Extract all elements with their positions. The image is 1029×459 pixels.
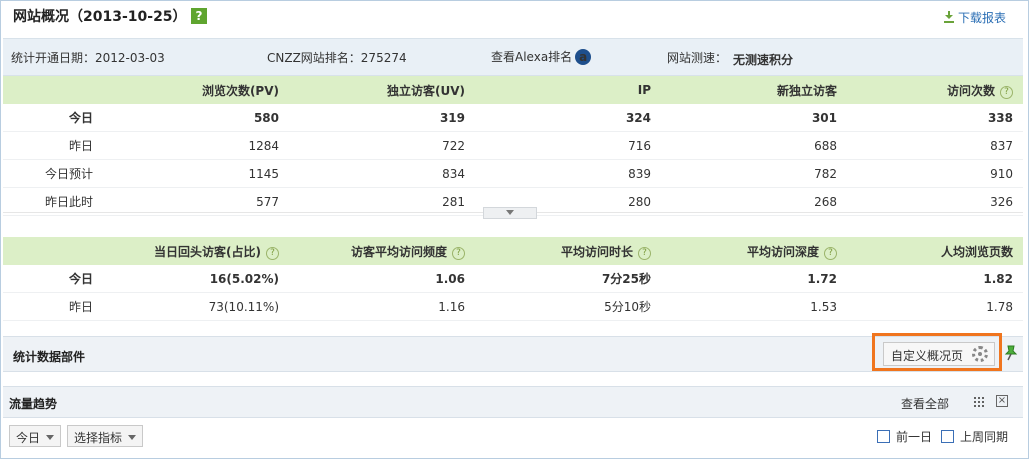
cell: 688 — [661, 131, 847, 160]
table-row: 今日 580 319 324 301 338 — [3, 104, 1023, 132]
help-icon[interactable]: ? — [1000, 85, 1013, 99]
page-header: 网站概况（2013-10-25） ? 下载报表 — [1, 0, 1024, 36]
header-visits-label: 访问次数 — [946, 83, 995, 98]
metric-dropdown[interactable]: 选择指标 — [67, 425, 144, 447]
cell: 910 — [847, 159, 1023, 188]
cell: 324 — [475, 104, 661, 132]
header-new-visitors: 新独立访客 — [661, 76, 847, 104]
help-icon[interactable]: ? — [266, 246, 279, 260]
cell: 1.72 — [661, 265, 847, 293]
trend-title: 流量趋势 — [9, 397, 58, 411]
cell: 1.82 — [847, 265, 1023, 293]
cell: 319 — [289, 104, 475, 132]
cnzz-rank: CNZZ网站排名：275274 — [267, 51, 407, 65]
pin-icon[interactable] — [1004, 345, 1018, 361]
traffic-trend-bar: 流量趋势 查看全部 × — [3, 386, 1023, 418]
row-label: 今日 — [3, 265, 103, 293]
close-icon[interactable]: × — [996, 395, 1008, 407]
header-depth-label: 平均访问深度 — [746, 244, 819, 259]
cell: 834 — [289, 159, 475, 188]
alexa-icon: a — [575, 49, 592, 65]
cell: 1284 — [103, 131, 289, 160]
cell: 1.78 — [847, 292, 1023, 321]
page-title: 网站概况（2013-10-25） — [13, 9, 187, 25]
table-row: 今日预计 1145 834 839 782 910 — [3, 159, 1023, 188]
row-label: 昨日 — [3, 292, 103, 321]
section-title: 统计数据部件 — [13, 350, 86, 364]
help-icon[interactable]: ? — [824, 246, 837, 260]
expand-toggle-button[interactable] — [483, 207, 537, 219]
download-label: 下载报表 — [957, 11, 1006, 25]
speed-test-label: 网站测速： — [667, 51, 728, 65]
day-dropdown-value: 今日 — [16, 431, 41, 445]
row-label: 今日预计 — [3, 159, 103, 188]
cell: 1.06 — [289, 265, 475, 293]
cell: 716 — [475, 131, 661, 160]
cell: 16(5.02%) — [103, 265, 289, 293]
alexa-label: 查看Alexa排名 — [491, 50, 573, 64]
table-header-row: 当日回头访客(占比)? 访客平均访问频度? 平均访问时长? 平均访问深度? 人均… — [3, 237, 1023, 265]
widgets-section-bar: 统计数据部件 — [3, 336, 1023, 372]
prev-day-label: 前一日 — [896, 430, 933, 444]
overview-table: 浏览次数(PV) 独立访客(UV) IP 新独立访客 访问次数? 今日 580 … — [3, 76, 1023, 216]
prev-day-checkbox[interactable]: 前一日 — [877, 428, 932, 445]
site-info-bar: 统计开通日期：2012-03-03 CNZZ网站排名：275274 查看Alex… — [3, 38, 1023, 76]
cell: 722 — [289, 131, 475, 160]
grid-icon[interactable] — [973, 396, 984, 407]
chevron-down-icon — [46, 435, 55, 440]
metric-dropdown-value: 选择指标 — [74, 431, 123, 445]
header-visits: 访问次数? — [847, 76, 1023, 104]
header-duration: 平均访问时长? — [475, 237, 661, 265]
table-row: 今日 16(5.02%) 1.06 7分25秒 1.72 1.82 — [3, 265, 1023, 293]
header-returning-label: 当日回头访客(占比) — [154, 244, 261, 259]
cell: 338 — [847, 104, 1023, 132]
start-date: 统计开通日期：2012-03-03 — [11, 51, 165, 65]
cell: 1.16 — [289, 292, 475, 321]
chevron-down-icon — [128, 435, 137, 440]
header-uv: 独立访客(UV) — [289, 76, 475, 104]
cell: 301 — [661, 104, 847, 132]
alexa-rank-link[interactable]: 查看Alexa排名 a — [491, 48, 592, 65]
header-frequency: 访客平均访问频度? — [289, 237, 475, 265]
table-header-row: 浏览次数(PV) 独立访客(UV) IP 新独立访客 访问次数? — [3, 76, 1023, 104]
header-cell — [3, 76, 103, 104]
help-icon[interactable]: ? — [452, 246, 465, 260]
cell: 839 — [475, 159, 661, 188]
help-icon[interactable]: ? — [638, 246, 651, 260]
cell: 782 — [661, 159, 847, 188]
header-duration-label: 平均访问时长 — [560, 244, 633, 259]
table-row: 昨日 73(10.11%) 1.16 5分10秒 1.53 1.78 — [3, 292, 1023, 321]
table-row: 昨日 1284 722 716 688 837 — [3, 131, 1023, 160]
last-week-label: 上周同期 — [960, 430, 1009, 444]
last-week-checkbox[interactable]: 上周同期 — [941, 428, 1008, 445]
download-icon — [943, 11, 954, 23]
header-ip: IP — [475, 76, 661, 104]
header-depth: 平均访问深度? — [661, 237, 847, 265]
cell: 5分10秒 — [475, 292, 661, 321]
header-pv: 浏览次数(PV) — [103, 76, 289, 104]
header-frequency-label: 访客平均访问频度 — [350, 244, 447, 259]
cell: 1145 — [103, 159, 289, 188]
download-report-link[interactable]: 下载报表 — [943, 9, 1006, 26]
row-label: 昨日 — [3, 131, 103, 160]
cell: 7分25秒 — [475, 265, 661, 293]
visitor-quality-table: 当日回头访客(占比)? 访客平均访问频度? 平均访问时长? 平均访问深度? 人均… — [3, 237, 1023, 321]
header-returning: 当日回头访客(占比)? — [103, 237, 289, 265]
header-pages-per-visitor: 人均浏览页数 — [847, 237, 1023, 265]
help-icon[interactable]: ? — [191, 8, 207, 24]
checkbox-icon — [877, 430, 890, 443]
cell: 580 — [103, 104, 289, 132]
row-label: 今日 — [3, 104, 103, 132]
header-cell — [3, 237, 103, 265]
cell: 73(10.11%) — [103, 292, 289, 321]
checkbox-icon — [941, 430, 954, 443]
cell: 837 — [847, 131, 1023, 160]
day-dropdown[interactable]: 今日 — [9, 425, 62, 447]
speed-test-value[interactable]: 无测速积分 — [733, 51, 793, 68]
view-all-link[interactable]: 查看全部 — [901, 395, 949, 412]
cell: 1.53 — [661, 292, 847, 321]
highlight-box — [872, 333, 1002, 371]
